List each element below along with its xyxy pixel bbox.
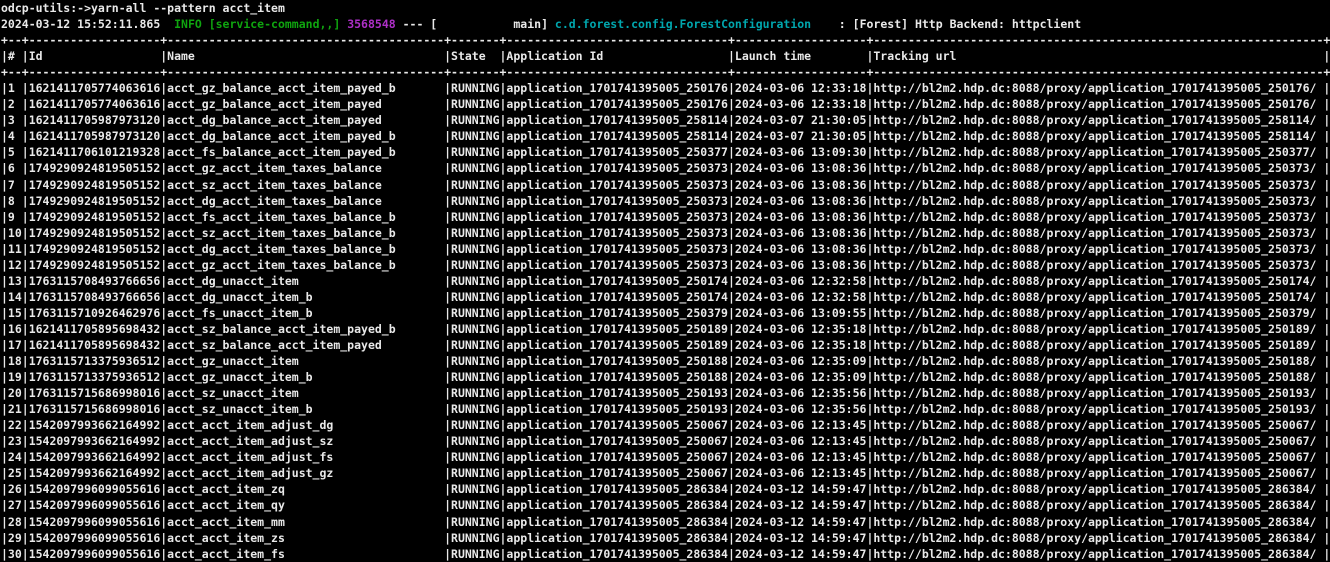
table-row: |14|1763115708493766656|acct_dg_unacct_i… <box>1 289 1330 305</box>
log-logger: c.d.forest.config.ForestConfiguration <box>555 17 811 31</box>
table-row: |27|1542097996099055616|acct_acct_item_q… <box>1 497 1330 513</box>
table-row: |24|1542097993662164992|acct_acct_item_a… <box>1 449 1330 465</box>
table-row: |2 |1621411705774063616|acct_gz_balance_… <box>1 96 1330 112</box>
table-row: |21|1763115715686998016|acct_sz_unacct_i… <box>1 401 1330 417</box>
log-level-and-app: INFO [service-command,,] <box>174 17 340 31</box>
log-message: : [Forest] Http Backend: httpclient <box>811 17 1081 31</box>
yarn-applications-table: +--+-------------------+----------------… <box>1 32 1330 562</box>
table-row: |13|1763115708493766656|acct_dg_unacct_i… <box>1 273 1330 289</box>
table-border-top: +--+-------------------+----------------… <box>1 32 1330 48</box>
table-row: |6 |1749290924819505152|acct_gz_acct_ite… <box>1 160 1330 176</box>
table-header-row: |# |Id |Name |State |Application Id |Lau… <box>1 48 1330 64</box>
command-text: odcp-utils:->yarn-all --pattern acct_ite… <box>1 1 285 15</box>
table-row: |7 |1749290924819505152|acct_sz_acct_ite… <box>1 177 1330 193</box>
table-row: |16|1621411705895698432|acct_sz_balance_… <box>1 321 1330 337</box>
table-row: |4 |1621411705987973120|acct_dg_balance_… <box>1 128 1330 144</box>
table-row: |20|1763115715686998016|acct_sz_unacct_i… <box>1 385 1330 401</box>
table-row: |3 |1621411705987973120|acct_dg_balance_… <box>1 112 1330 128</box>
table-row: |23|1542097993662164992|acct_acct_item_a… <box>1 433 1330 449</box>
table-row: |19|1763115713375936512|acct_gz_unacct_i… <box>1 369 1330 385</box>
log-pid: 3568548 <box>347 17 395 31</box>
table-row: |26|1542097996099055616|acct_acct_item_z… <box>1 481 1330 497</box>
table-row: |17|1621411705895698432|acct_sz_balance_… <box>1 337 1330 353</box>
table-border-header: +--+-------------------+----------------… <box>1 64 1330 80</box>
table-row: |15|1763115710926462976|acct_fs_unacct_i… <box>1 305 1330 321</box>
table-row: |28|1542097996099055616|acct_acct_item_m… <box>1 514 1330 530</box>
table-row: |11|1749290924819505152|acct_dg_acct_ite… <box>1 241 1330 257</box>
table-row: |18|1763115713375936512|acct_gz_unacct_i… <box>1 353 1330 369</box>
table-row: |22|1542097993662164992|acct_acct_item_a… <box>1 417 1330 433</box>
log-line: 2024-03-12 15:52:11.865 INFO [service-co… <box>1 16 1330 32</box>
table-row: |29|1542097996099055616|acct_acct_item_z… <box>1 530 1330 546</box>
table-row: |25|1542097993662164992|acct_acct_item_a… <box>1 465 1330 481</box>
table-row: |5 |1621411706101219328|acct_fs_balance_… <box>1 144 1330 160</box>
terminal-screen[interactable]: odcp-utils:->yarn-all --pattern acct_ite… <box>0 0 1330 562</box>
log-timestamp: 2024-03-12 15:52:11.865 <box>1 17 174 31</box>
command-line: odcp-utils:->yarn-all --pattern acct_ite… <box>1 0 1330 16</box>
table-row: |1 |1621411705774063616|acct_gz_balance_… <box>1 80 1330 96</box>
table-row: |9 |1749290924819505152|acct_fs_acct_ite… <box>1 209 1330 225</box>
table-row: |8 |1749290924819505152|acct_dg_acct_ite… <box>1 193 1330 209</box>
table-row: |30|1542097996099055616|acct_acct_item_f… <box>1 546 1330 562</box>
table-row: |10|1749290924819505152|acct_sz_acct_ite… <box>1 225 1330 241</box>
log-thread: --- [ main] <box>396 17 555 31</box>
table-row: |12|1749290924819505152|acct_gz_acct_ite… <box>1 257 1330 273</box>
